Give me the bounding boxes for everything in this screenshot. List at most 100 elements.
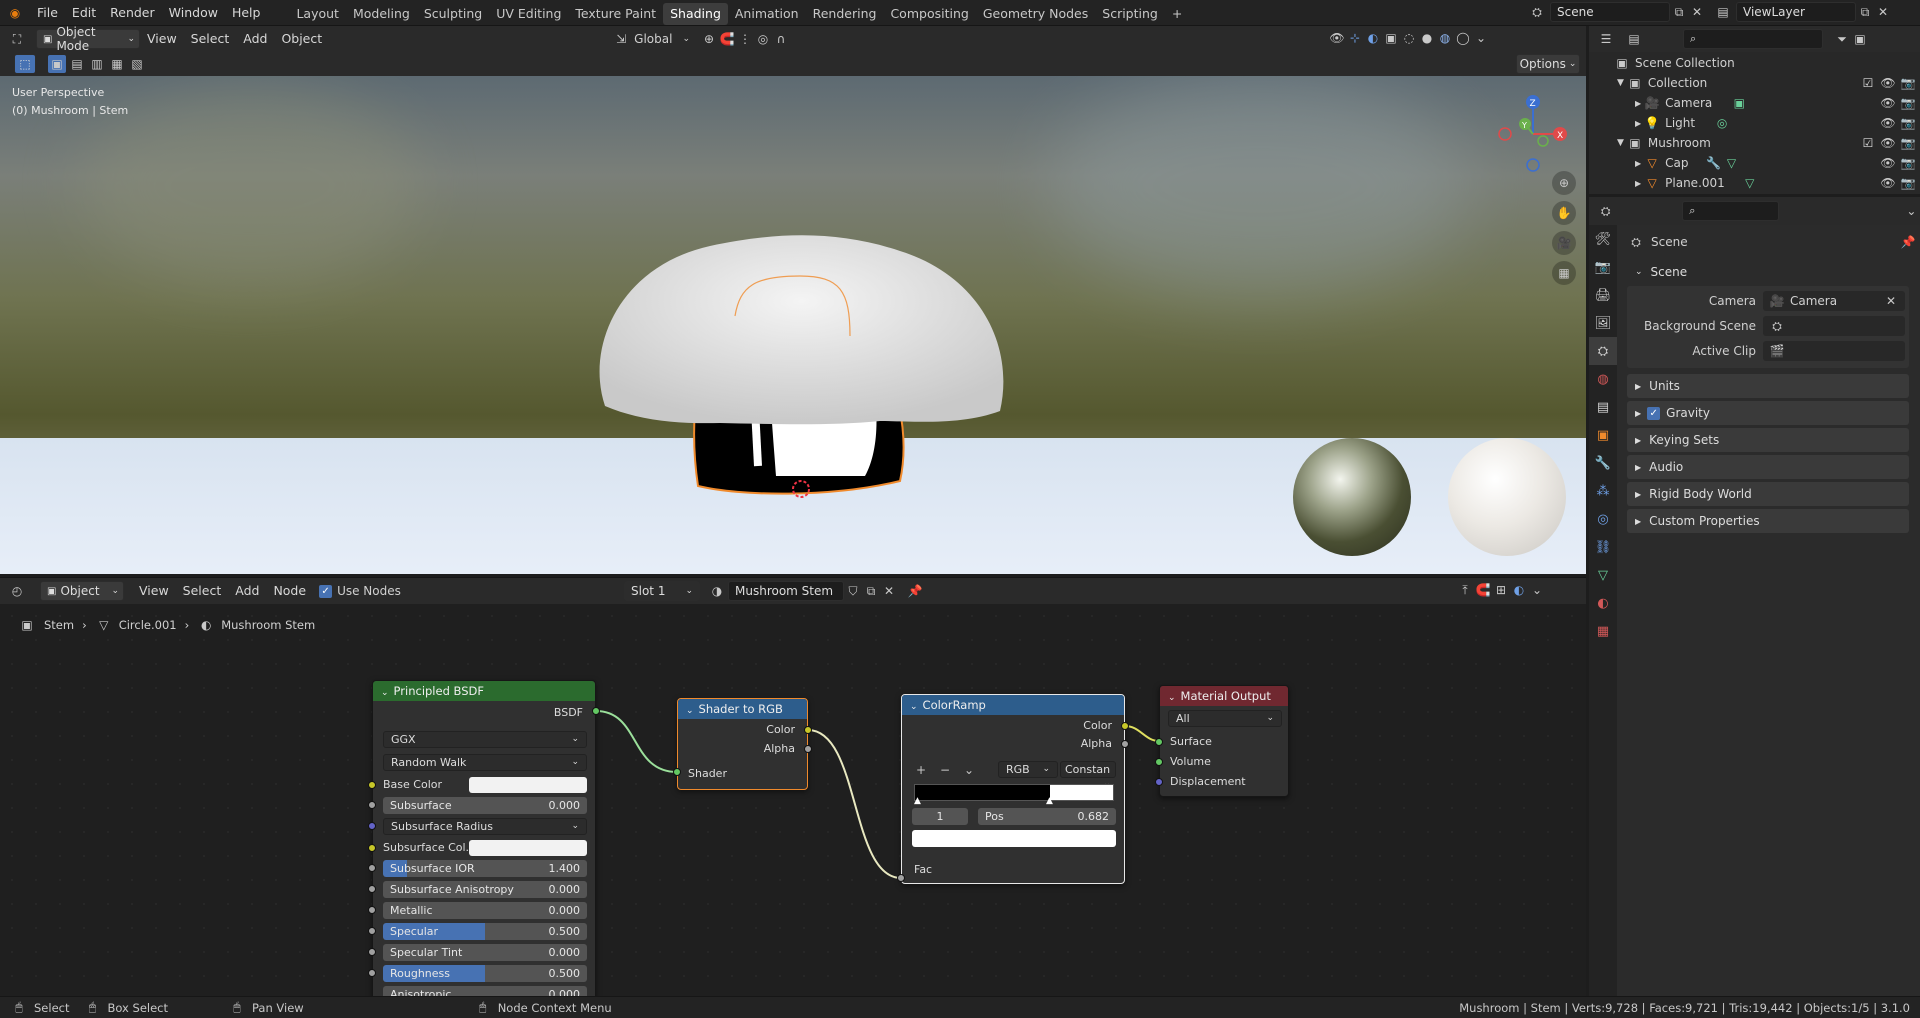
duplicate-material-icon[interactable]: ⧉ <box>862 582 880 600</box>
subsurface-field[interactable]: Subsurface 0.000 <box>383 797 587 814</box>
outliner-editor-icon[interactable]: ☰ <box>1597 30 1615 48</box>
audio-panel[interactable]: ▶ Audio <box>1627 455 1909 479</box>
background-scene-field[interactable]: ⛭ <box>1763 316 1905 336</box>
shader-to-rgb-shader-socket[interactable] <box>673 768 681 776</box>
camera-data-icon[interactable]: ▣ <box>1730 94 1748 112</box>
xray-icon[interactable]: ▣ <box>1382 29 1400 47</box>
tab-shading[interactable]: Shading <box>663 2 728 25</box>
subsurface-anisotropy-socket[interactable] <box>368 885 376 893</box>
principled-bsdf-header[interactable]: ⌄ Principled BSDF <box>373 681 595 701</box>
shader-type-dropdown[interactable]: ▣ Object ⌄ <box>40 581 124 601</box>
shader-to-rgb-color-socket[interactable] <box>804 726 812 734</box>
menu-edit[interactable]: Edit <box>65 0 103 26</box>
bsdf-output-socket[interactable] <box>592 707 600 715</box>
zoom-icon[interactable]: ⊕ <box>1552 171 1576 195</box>
close-scene-icon[interactable]: ✕ <box>1688 3 1706 21</box>
ramp-stop-white[interactable]: ▲ <box>1046 796 1053 806</box>
modifier-icon[interactable]: 🔧 <box>1705 154 1723 172</box>
exclude-checkbox-icon[interactable]: ☑ <box>1859 74 1877 92</box>
eye-icon[interactable]: 👁 <box>1879 154 1897 172</box>
roughness-socket[interactable] <box>368 969 376 977</box>
colorramp-node[interactable]: ⌄ ColorRamp Color Alpha + − ⌄ RGB ⌄ Consta… <box>901 694 1125 884</box>
light-data-icon[interactable]: ◎ <box>1713 114 1731 132</box>
select-subtract-icon[interactable]: ▥ <box>88 55 106 73</box>
snap-target-icon[interactable]: ⋮ <box>736 30 754 48</box>
ortho-grid-icon[interactable]: ▦ <box>1552 261 1576 285</box>
scene-tab-icon[interactable]: ⛭ <box>1589 337 1617 365</box>
vp-menu-view[interactable]: View <box>140 26 184 52</box>
displacement-socket[interactable] <box>1155 778 1163 786</box>
mode-dropdown[interactable]: ▣ Object Mode ⌄ <box>36 25 140 53</box>
colorramp-header[interactable]: ⌄ ColorRamp <box>902 695 1124 715</box>
stop-color-swatch[interactable] <box>912 830 1116 847</box>
tab-modeling[interactable]: Modeling <box>346 3 417 25</box>
node-editor-canvas[interactable]: ▣ Stem › ▽ Circle.001 › ◐ Mushroom Stem … <box>0 604 1586 1000</box>
outliner-search-input[interactable]: ⌕ <box>1683 29 1823 49</box>
rigid-body-world-panel[interactable]: ▶ Rigid Body World <box>1627 482 1909 506</box>
shader-to-rgb-header[interactable]: ⌄ Shader to RGB <box>678 699 807 719</box>
outliner-item-cap[interactable]: ▶ ▽ Cap 🔧 ▽ 👁 📷 <box>1589 153 1920 173</box>
subsurface-radius-dropdown[interactable]: Subsurface Radius ⌄ <box>383 818 587 835</box>
output-tab-icon[interactable]: 🖨 <box>1589 281 1617 309</box>
3d-viewport[interactable]: User Perspective (0) Mushroom | Stem Z X… <box>0 76 1586 574</box>
menu-file[interactable]: File <box>30 0 65 26</box>
specular-tint-field[interactable]: Specular Tint 0.000 <box>383 944 587 961</box>
overlay-toggle-icon[interactable]: ◐ <box>1364 29 1382 47</box>
eye-icon[interactable]: 👁 <box>1879 134 1897 152</box>
subsurface-color-socket[interactable] <box>368 844 376 852</box>
mesh-data-icon[interactable]: ▽ <box>1723 154 1741 172</box>
colorramp-fac-socket[interactable] <box>897 874 905 882</box>
tab-rendering[interactable]: Rendering <box>806 3 884 25</box>
ramp-menu-icon[interactable]: ⌄ <box>960 761 978 779</box>
ne-overlay-options-icon[interactable]: ⌄ <box>1528 581 1546 599</box>
tab-compositing[interactable]: Compositing <box>883 3 975 25</box>
render-tab-icon[interactable]: 📷 <box>1589 253 1617 281</box>
shading-options-icon[interactable]: ⌄ <box>1472 29 1490 47</box>
eye-icon[interactable]: 👁 <box>1879 114 1897 132</box>
surface-socket[interactable] <box>1155 738 1163 746</box>
blender-logo-icon[interactable]: ◉ <box>6 4 24 22</box>
outliner-item-mushroom[interactable]: ▼ ▣ Mushroom ☑ 👁 📷 <box>1589 133 1920 153</box>
outliner-item-plane[interactable]: ▶ ▽ Plane.001 ▽ 👁 📷 <box>1589 173 1920 193</box>
scene-icon[interactable]: ⛭ <box>1528 3 1546 21</box>
add-stop-icon[interactable]: + <box>912 761 930 779</box>
subsurface-anisotropy-field[interactable]: Subsurface Anisotropy 0.000 <box>383 881 587 898</box>
rendered-shading-icon[interactable]: ◯ <box>1454 29 1472 47</box>
parent-node-tree-icon[interactable]: ⤒ <box>1456 581 1474 599</box>
outliner-item-light[interactable]: ▶ 💡 Light ◎ 👁 📷 <box>1589 113 1920 133</box>
render-camera-icon[interactable]: 📷 <box>1899 154 1917 172</box>
vp-menu-add[interactable]: Add <box>236 26 274 52</box>
base-color-swatch[interactable] <box>469 777 587 793</box>
camera-view-icon[interactable]: 🎥 <box>1552 231 1576 255</box>
active-clip-field[interactable]: 🎬 <box>1763 341 1905 361</box>
select-invert-icon[interactable]: ▦ <box>108 55 126 73</box>
material-name-field[interactable]: Mushroom Stem <box>728 581 844 601</box>
options-button[interactable]: Options ⌄ <box>1516 54 1580 74</box>
copy-view-layer-icon[interactable]: ⧉ <box>1856 3 1874 21</box>
clear-camera-icon[interactable]: ✕ <box>1882 292 1900 310</box>
material-browse-icon[interactable]: ◑ <box>708 582 726 600</box>
falloff-icon[interactable]: ∩ <box>772 30 790 48</box>
active-stop-field[interactable]: 1 <box>912 808 968 825</box>
use-nodes-checkbox[interactable]: ✓ Use Nodes <box>319 584 401 598</box>
render-camera-icon[interactable]: 📷 <box>1899 94 1917 112</box>
collection-tab-icon[interactable]: ▤ <box>1589 393 1617 421</box>
specular-field[interactable]: Specular 0.500 <box>383 923 587 940</box>
proportional-edit-icon[interactable]: ◎ <box>754 30 772 48</box>
scene-field[interactable]: Scene <box>1550 2 1670 22</box>
camera-field[interactable]: 🎥 Camera ✕ <box>1763 291 1905 311</box>
fake-user-icon[interactable]: ⛉ <box>844 582 862 600</box>
new-collection-icon[interactable]: ▣ <box>1851 30 1869 48</box>
roughness-field[interactable]: Roughness 0.500 <box>383 965 587 982</box>
specular-socket[interactable] <box>368 927 376 935</box>
ne-menu-select[interactable]: Select <box>176 578 229 604</box>
mushroom-model[interactable] <box>580 176 1020 516</box>
gravity-checkbox[interactable]: ✓ <box>1647 406 1661 420</box>
editor-type-icon[interactable]: ⛶ <box>8 30 26 48</box>
ramp-stop-black[interactable]: ▲ <box>914 796 921 806</box>
pivot-icon[interactable]: ⊕ <box>700 30 718 48</box>
tab-texture-paint[interactable]: Texture Paint <box>568 3 663 25</box>
shader-to-rgb-node[interactable]: ⌄ Shader to RGB Color Alpha Shader <box>677 698 808 790</box>
subsurface-color-swatch[interactable] <box>469 840 587 856</box>
pan-hand-icon[interactable]: ✋ <box>1552 201 1576 225</box>
